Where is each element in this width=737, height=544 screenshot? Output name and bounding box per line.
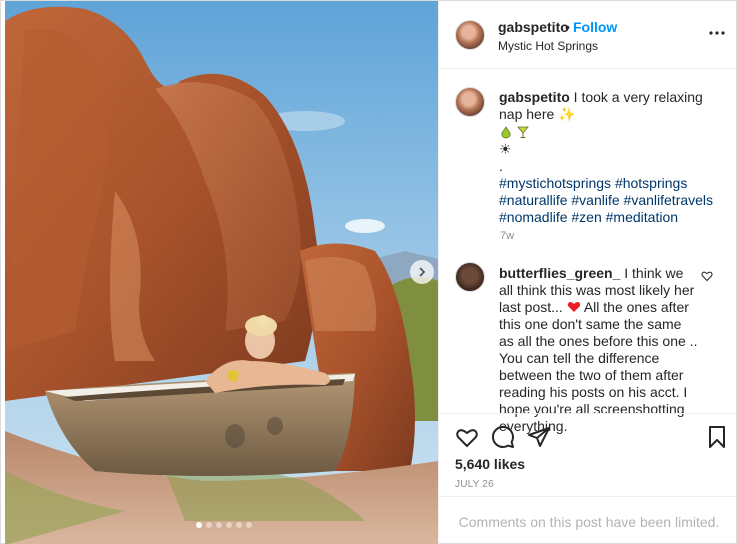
heart-icon[interactable] (455, 425, 479, 449)
pear-icon (501, 126, 511, 139)
carousel-dot[interactable] (196, 522, 202, 528)
caption-time[interactable]: 7w (500, 230, 514, 242)
avatar[interactable] (455, 262, 485, 292)
post-side-panel: gabspetito • Follow Mystic Hot Springs g… (438, 1, 737, 544)
carousel-dot[interactable] (236, 522, 242, 528)
more-options-icon (709, 31, 725, 35)
caption-body: gabspetito I took a very relaxing nap he… (499, 89, 723, 226)
hashtag-link[interactable]: #zen (571, 209, 601, 225)
sparkle-emoji: ✨ (558, 106, 576, 122)
carousel-dot[interactable] (216, 522, 222, 528)
share-icon[interactable] (527, 425, 551, 449)
follow-button[interactable]: Follow (573, 19, 617, 35)
avatar[interactable] (455, 87, 485, 117)
post-date[interactable]: JULY 26 (455, 479, 494, 490)
carousel-dots (196, 522, 252, 528)
comment-username[interactable]: butterflies_green_ (499, 265, 620, 281)
post-actions: 5,640 likes JULY 26 Comments on this pos… (439, 413, 737, 544)
carousel-dot[interactable] (226, 522, 232, 528)
chevron-right-icon (419, 267, 426, 277)
comment-icon[interactable] (491, 425, 515, 449)
more-options-button[interactable] (709, 25, 725, 41)
caption-dot: . (499, 158, 503, 174)
post-photo[interactable] (5, 1, 438, 544)
hashtag-link[interactable]: #hotsprings (615, 175, 687, 191)
cocktail-icon (517, 126, 529, 138)
bookmark-icon[interactable] (705, 425, 729, 449)
post-frame: gabspetito • Follow Mystic Hot Springs g… (0, 0, 737, 544)
like-count[interactable]: 5,640 likes (455, 456, 525, 472)
carousel-next-button[interactable] (410, 260, 434, 284)
comments-limited-notice: Comments on this post have been limited. (439, 496, 737, 544)
red-heart-icon (567, 302, 580, 312)
carousel-dot[interactable] (206, 522, 212, 528)
comment-body: butterflies_green_ I think we all think … (499, 265, 699, 435)
hot-spring-photo (5, 1, 438, 544)
hashtag-link[interactable]: #meditation (606, 209, 678, 225)
hashtag-link[interactable]: #mystichotsprings (499, 175, 611, 191)
post-header: gabspetito • Follow Mystic Hot Springs (439, 1, 737, 69)
hashtag-link[interactable]: #vanlifetravels (624, 192, 714, 208)
location-link[interactable]: Mystic Hot Springs (498, 39, 598, 53)
sun-emoji: ☀ (499, 141, 512, 157)
hashtag-link[interactable]: #vanlife (571, 192, 619, 208)
avatar[interactable] (455, 20, 485, 50)
hashtag-link[interactable]: #nomadlife (499, 209, 568, 225)
emoji-line (499, 123, 723, 141)
caption-username[interactable]: gabspetito (499, 89, 570, 105)
hashtags: #mystichotsprings #hotsprings #naturalli… (499, 175, 723, 226)
like-comment-icon[interactable] (701, 270, 713, 282)
post-username[interactable]: gabspetito (498, 19, 569, 35)
separator-bullet: • (565, 19, 570, 35)
hashtag-link[interactable]: #naturallife (499, 192, 568, 208)
carousel-dot[interactable] (246, 522, 252, 528)
